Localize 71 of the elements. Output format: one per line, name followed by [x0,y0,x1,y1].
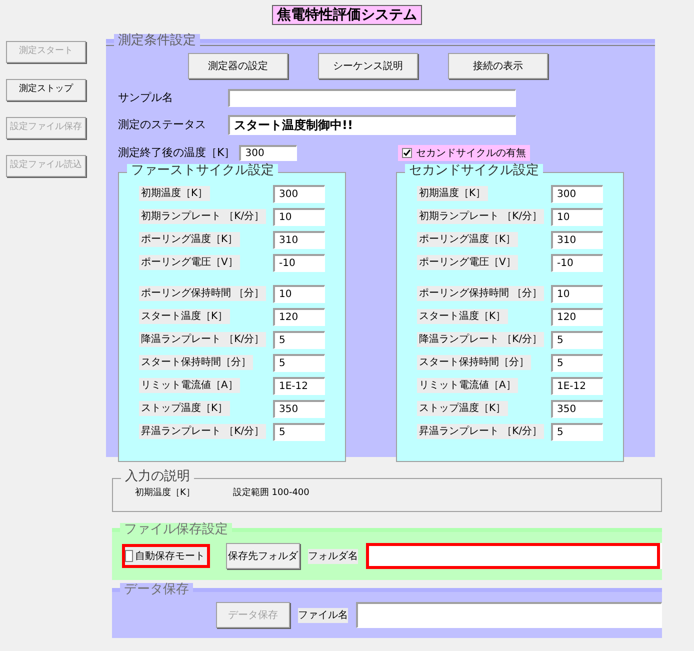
setting-label: ストップ温度［K］ [417,401,508,416]
help-range: 設定範囲 100-400 [232,487,310,500]
setting-label: リミット電流値［A］ [139,378,240,393]
setting-label: ストップ温度［K］ [139,401,230,416]
setting-label: スタート温度［K］ [417,309,508,324]
setting-field[interactable]: 10 [551,284,603,302]
setting-field[interactable]: 5 [273,354,325,372]
setting-field[interactable]: 310 [551,230,603,248]
setting-field[interactable]: 120 [551,308,603,326]
field-label: 測定のステータス [118,116,207,133]
setting-label: 初期温度［K］ [139,186,210,201]
setting-label: 昇温ランプレート ［K/分］ [417,424,544,439]
setting-field[interactable]: -10 [551,254,603,272]
sample-name-field[interactable] [228,89,516,107]
check-icon [403,149,411,158]
setting-label: リミット電流値［A］ [417,378,518,393]
group-title: 入力の説明 [121,470,194,483]
folder-button[interactable]: 保存先フォルダ [226,543,300,569]
setting-field[interactable]: 5 [273,422,325,440]
setting-field[interactable]: 5 [551,354,603,372]
toolbar-button[interactable]: 測定器の設定 [188,53,288,79]
group-title: データ保存 [120,583,193,596]
setting-label: スタート温度［K］ [139,309,230,324]
setting-label: 昇温ランプレート ［K/分］ [139,424,266,439]
setting-label: ポーリング温度［K］ [417,232,518,247]
setting-field[interactable]: 300 [273,184,325,202]
setting-field[interactable]: 350 [551,400,603,418]
setting-label: 初期ランプレート ［K/分］ [417,209,544,224]
setting-field[interactable]: 10 [273,208,325,226]
field-label: サンプル名 [118,90,174,106]
setting-label: 降温ランプレート ［K/分］ [417,332,544,347]
field-label: 測定終了後の温度［K］ [118,145,236,161]
file-name-label: ファイル名 [298,608,348,622]
setting-label: ポーリング保持時間 ［分］ [417,286,544,301]
setting-label: 初期ランプレート ［K/分］ [139,209,266,224]
setting-field[interactable]: 350 [273,400,325,418]
group-title: 測定条件設定 [114,34,200,47]
setting-field[interactable]: 310 [273,230,325,248]
setting-label: 初期温度［K］ [417,186,488,201]
folder-label: フォルダ名 [308,548,358,564]
setting-field[interactable]: 5 [551,422,603,440]
folder-name-field[interactable] [366,543,660,569]
setting-field[interactable]: 300 [551,184,603,202]
setting-label: ポーリング電圧［V］ [417,255,518,270]
group-title: ファーストサイクル設定 [127,164,278,176]
setting-field[interactable]: 10 [273,284,325,302]
setting-field[interactable]: 5 [273,330,325,348]
app-title: 焦電特性評価システム [272,5,422,25]
setting-field[interactable]: -10 [273,254,325,272]
help-item: 初期温度［K］ [135,487,195,500]
auto-save-checkbox[interactable]: 自動保存モート [122,544,210,568]
setting-field[interactable]: 1E-12 [273,376,325,394]
group-title: セカンドサイクル設定 [405,164,543,176]
second-cycle-checkbox[interactable]: セカンドサイクルの有無 [398,145,530,162]
setting-field[interactable]: 5 [551,330,603,348]
end-temperature-field[interactable]: 300 [239,145,298,162]
setting-label: 降温ランプレート ［K/分］ [139,332,266,347]
toolbar-button[interactable]: 接続の表示 [448,53,548,79]
setting-field[interactable]: 1E-12 [551,376,603,394]
setting-label: スタート保持時間［分］ [139,355,253,370]
setting-label: ポーリング電圧［V］ [139,255,240,270]
setting-label: スタート保持時間［分］ [417,355,531,370]
setting-label: ポーリング温度［K］ [139,232,240,247]
side-button[interactable]: 測定ストップ [6,79,86,101]
group-title: ファイル保存設定 [120,523,232,536]
setting-field[interactable]: 10 [551,208,603,226]
toolbar-button[interactable]: シーケンス説明 [318,53,418,79]
status-field[interactable]: スタート温度制御中!! [228,115,516,135]
file-name-field[interactable] [356,602,662,628]
setting-label: ポーリング保持時間 ［分］ [139,286,266,301]
setting-field[interactable]: 120 [273,308,325,326]
